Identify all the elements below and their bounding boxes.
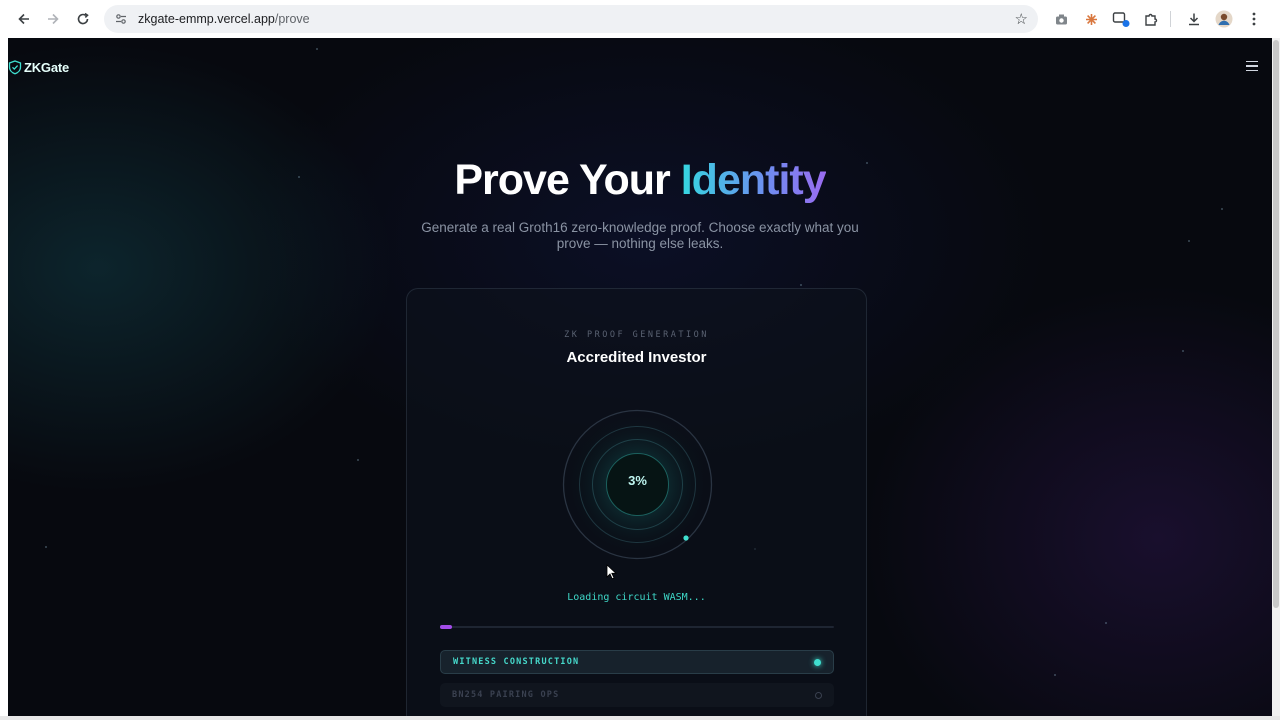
reload-icon[interactable] [68, 4, 98, 34]
card-eyebrow: ZK PROOF GENERATION [564, 330, 709, 340]
background-star [45, 546, 47, 548]
url-text: zkgate-emmp.vercel.app/prove [138, 12, 310, 26]
progress-indicator-dot [683, 535, 689, 541]
profile-avatar[interactable] [1213, 8, 1235, 30]
bookmark-star-icon[interactable]: ☆ [1015, 10, 1028, 28]
browser-menu-icon[interactable] [1243, 8, 1265, 30]
window-bottom-edge [0, 716, 1280, 720]
progress-percent: 3% [628, 473, 647, 488]
step-bn254-pairing: BN254 PAIRING OPS [440, 683, 834, 707]
tab-search-icon[interactable] [1110, 8, 1132, 30]
step-label: BN254 PAIRING OPS [452, 690, 560, 700]
hamburger-menu-icon[interactable] [1246, 58, 1262, 74]
forward-icon[interactable] [38, 4, 68, 34]
page-viewport: ZKGate Prove Your Identity Generate a re… [8, 38, 1272, 716]
card-title: Accredited Investor [566, 349, 707, 366]
background-star [800, 284, 802, 286]
step-pending-dot [815, 691, 822, 699]
page-subtitle: Generate a real Groth16 zero-knowledge p… [421, 220, 859, 251]
background-star [1221, 208, 1223, 210]
scrollbar-thumb[interactable] [1273, 40, 1279, 608]
background-star [1105, 622, 1107, 624]
background-star [357, 459, 359, 461]
proof-generation-card: ZK PROOF GENERATION Accredited Investor [406, 288, 867, 716]
progress-bar [440, 625, 834, 629]
browser-toolbar: zkgate-emmp.vercel.app/prove ☆ [0, 0, 1280, 38]
title-plain: Prove Your [454, 156, 670, 204]
status-text: Loading circuit WASM... [567, 592, 706, 603]
step-label: WITNESS CONSTRUCTION [453, 657, 580, 667]
site-settings-icon[interactable] [114, 12, 128, 26]
download-icon[interactable] [1183, 8, 1205, 30]
background-star [1182, 350, 1184, 352]
logo-text: ZKGate [24, 60, 70, 75]
claude-extension-icon[interactable] [1080, 8, 1102, 30]
camera-icon[interactable] [1050, 8, 1072, 30]
progress-bar-fill [440, 625, 452, 629]
step-witness-construction: WITNESS CONSTRUCTION [440, 650, 834, 674]
extensions-puzzle-icon[interactable] [1140, 8, 1162, 30]
back-icon[interactable] [9, 4, 39, 34]
background-star [316, 48, 318, 50]
progress-ring: 3% [560, 407, 715, 562]
step-active-dot [814, 658, 821, 666]
site-logo[interactable]: ZKGate [8, 60, 69, 75]
toolbar-divider [1170, 11, 1171, 27]
background-star [1188, 240, 1190, 242]
page-title: Prove Your Identity [8, 156, 1272, 205]
mouse-cursor-icon [606, 564, 618, 580]
title-accent: Identity [680, 156, 827, 204]
background-star [1054, 674, 1056, 676]
address-bar[interactable]: zkgate-emmp.vercel.app/prove ☆ [104, 5, 1038, 33]
shield-check-icon [8, 60, 22, 75]
